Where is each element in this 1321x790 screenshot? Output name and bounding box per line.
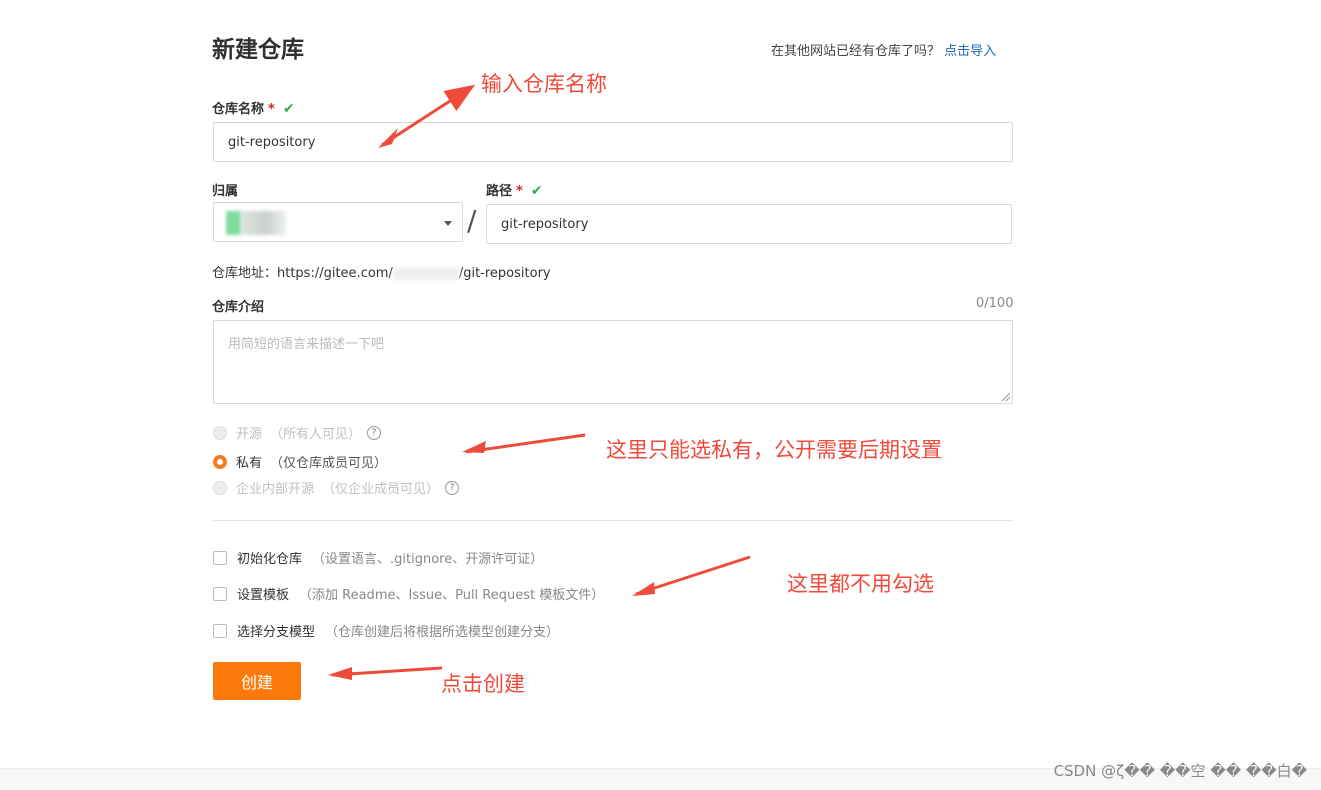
watermark: CSDN @ζ�� ��空 �� ��白� [1053,762,1307,780]
annotation-text-2: 这里只能选私有，公开需要后期设置 [606,438,942,462]
arrowhead-2 [462,441,486,453]
arrowhead-4 [328,667,352,680]
annotation-arrow-1 [381,84,476,147]
annotation-arrows [328,84,751,680]
arrowhead-3 [632,582,655,596]
annotation-text-4: 点击创建 [441,672,525,696]
annotation-text-3: 这里都不用勾选 [787,572,934,596]
annotation-text-1: 输入仓库名称 [481,72,607,96]
